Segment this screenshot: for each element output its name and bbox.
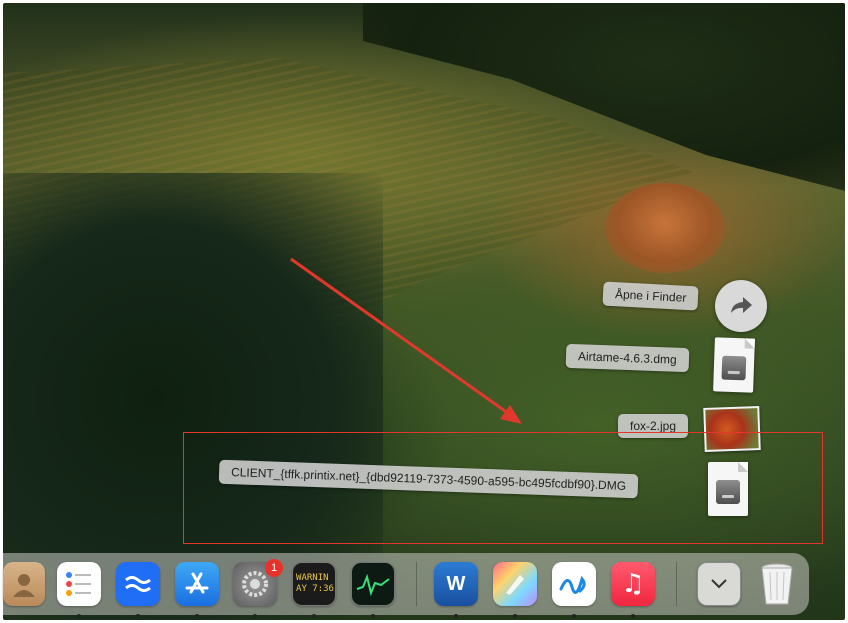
music-glyph: ♫ xyxy=(621,569,645,599)
open-in-finder-label[interactable]: Åpne i Finder xyxy=(602,281,699,311)
running-indicator xyxy=(572,614,576,618)
console-icon[interactable]: WARNIN AY 7:36 xyxy=(292,562,336,606)
chevron-down-icon[interactable] xyxy=(697,562,741,606)
word-icon[interactable]: W xyxy=(434,562,478,606)
dock-separator xyxy=(676,562,677,606)
reminders-icon[interactable] xyxy=(57,562,101,606)
running-indicator xyxy=(253,614,257,618)
app-store-icon[interactable] xyxy=(175,562,219,606)
running-indicator xyxy=(454,614,458,618)
open-in-finder-button[interactable] xyxy=(715,280,767,332)
pen-icon[interactable] xyxy=(493,562,537,606)
activity-monitor-icon[interactable] xyxy=(351,562,395,606)
highlight-rectangle xyxy=(183,432,823,544)
disk-image-file-icon[interactable] xyxy=(713,337,755,393)
waves-icon[interactable] xyxy=(116,562,160,606)
console-time-text: AY 7:36 xyxy=(296,584,334,594)
trash-icon[interactable] xyxy=(755,562,799,606)
running-indicator xyxy=(195,614,199,618)
freeform-icon[interactable] xyxy=(552,562,596,606)
music-note-icon[interactable]: ♫ xyxy=(611,562,655,606)
running-indicator xyxy=(631,614,635,618)
running-indicator xyxy=(371,614,375,618)
running-indicator xyxy=(136,614,140,618)
airtame-file-label[interactable]: Airtame-4.6.3.dmg xyxy=(565,343,690,373)
console-warning-text: WARNIN xyxy=(296,573,329,583)
arrow-right-circle-icon xyxy=(731,297,752,313)
word-letter: W xyxy=(446,572,466,595)
notification-badge: 1 xyxy=(265,559,283,577)
dock-separator xyxy=(416,562,417,606)
running-indicator xyxy=(513,614,517,618)
autumn-tree xyxy=(605,183,725,273)
running-indicator xyxy=(312,614,316,618)
running-indicator xyxy=(77,614,81,618)
contacts-icon[interactable] xyxy=(3,562,45,606)
